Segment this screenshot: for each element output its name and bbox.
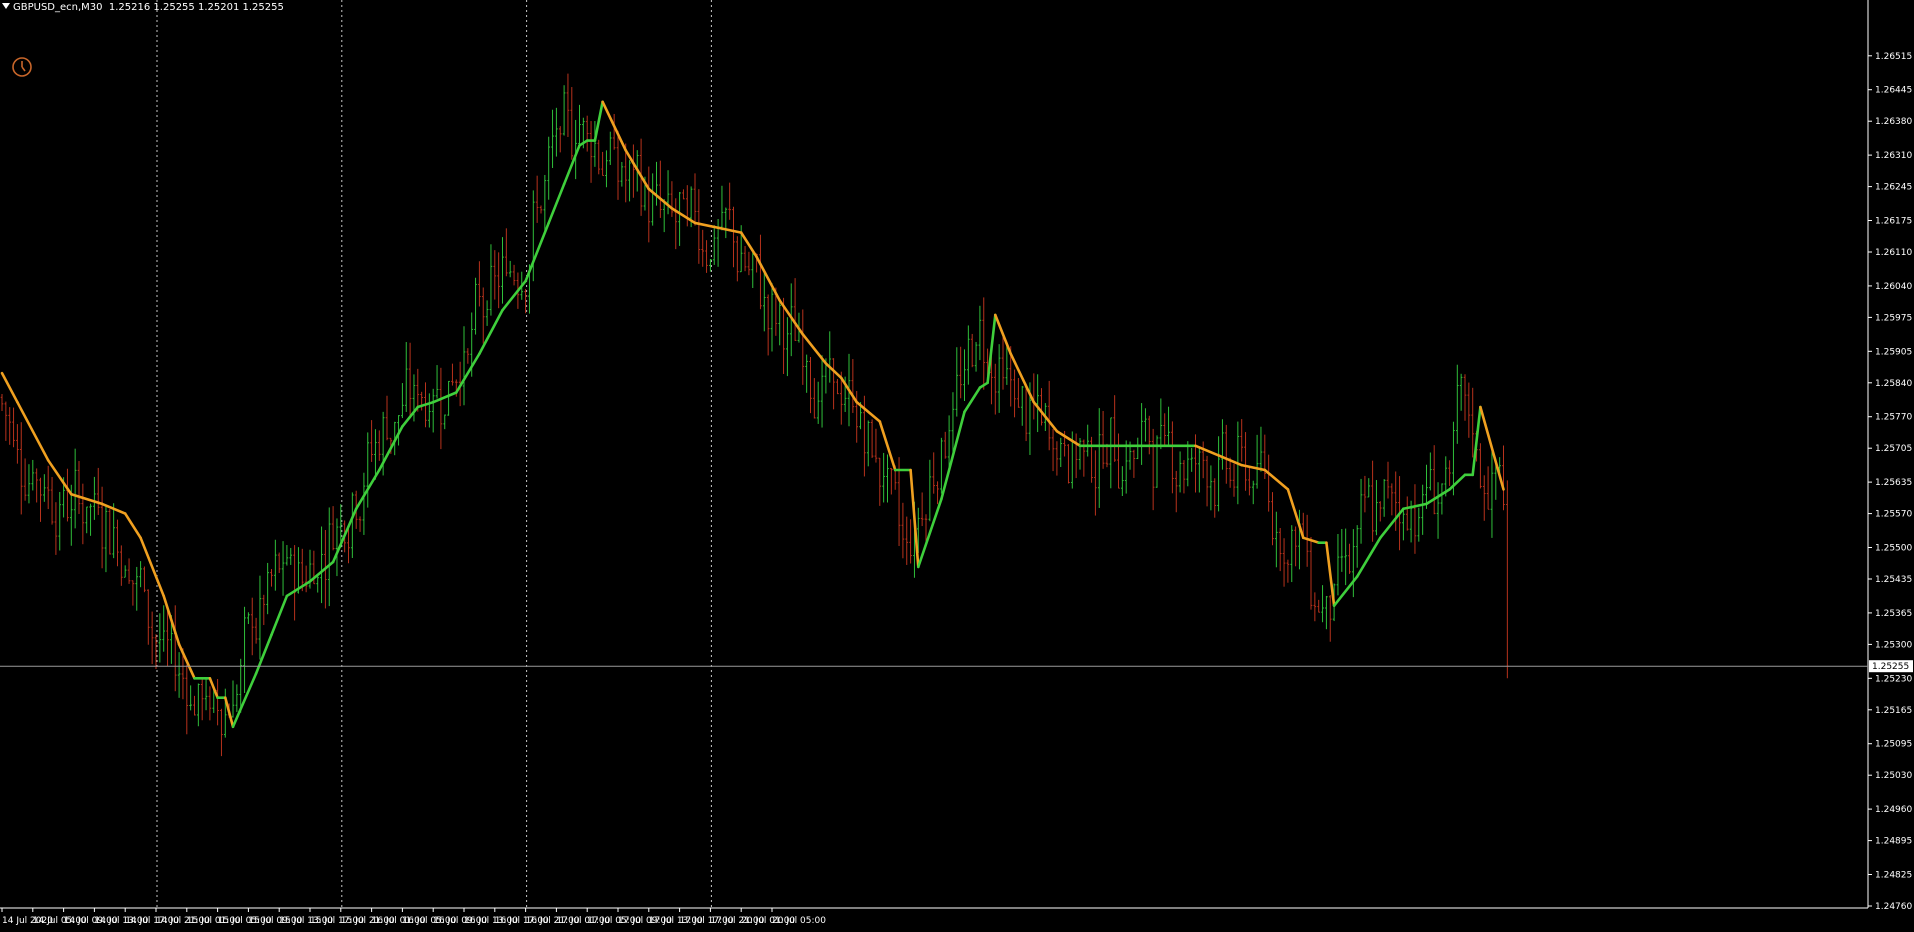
y-tick-label: 1.26245 xyxy=(1875,183,1912,193)
ma-segment xyxy=(547,182,566,225)
y-tick-label: 1.26310 xyxy=(1875,151,1912,161)
ma-segment xyxy=(593,100,604,142)
y-tick-label: 1.24825 xyxy=(1875,871,1912,881)
chart-canvas[interactable]: 1.26515 1.26445 1.26380 1.26310 1.26245 1.261… xyxy=(0,0,1914,932)
y-tick-label: 1.25500 xyxy=(1875,544,1912,554)
symbol-label: GBPUSD_ecn,M30 xyxy=(13,2,103,13)
y-tick-label: 1.25230 xyxy=(1875,674,1912,684)
y-tick-label: 1.26445 xyxy=(1875,86,1912,96)
y-tick-label: 1.25365 xyxy=(1875,609,1912,619)
y-tick-label: 1.25840 xyxy=(1875,379,1912,389)
ma-segment xyxy=(254,633,273,675)
ma-segment xyxy=(123,512,142,540)
y-tick-label: 1.26380 xyxy=(1875,117,1912,127)
y-tick-label: 1.25770 xyxy=(1875,413,1912,423)
x-tick-label: 20 Jul 05:00 xyxy=(772,916,826,926)
ma-segment xyxy=(270,594,289,637)
y-tick-label: 1.26515 xyxy=(1875,52,1912,62)
y-tick-label: 1.25975 xyxy=(1875,313,1912,323)
y-tick-label: 1.26175 xyxy=(1875,217,1912,227)
ma-segment xyxy=(224,696,235,729)
clock-icon[interactable] xyxy=(11,56,33,78)
y-tick-label: 1.25905 xyxy=(1875,347,1912,357)
y-tick-label: 1.25030 xyxy=(1875,771,1912,781)
y-tick-label: 1.26110 xyxy=(1875,248,1912,258)
y-tick-label: 1.25165 xyxy=(1875,706,1912,716)
y-tick-label: 1.25095 xyxy=(1875,740,1912,750)
y-tick-label: 1.25635 xyxy=(1875,478,1912,488)
ma-segment xyxy=(0,371,19,404)
y-tick-label: 1.24895 xyxy=(1875,837,1912,847)
ma-segment xyxy=(70,492,104,506)
ma-segment xyxy=(1471,405,1482,477)
y-tick-label: 1.25705 xyxy=(1875,444,1912,454)
y-tick-label: 1.25300 xyxy=(1875,640,1912,650)
y-tick-label: 1.25435 xyxy=(1875,575,1912,585)
chart-header: GBPUSD_ecn,M30 1.25216 1.25255 1.25201 1… xyxy=(2,2,284,13)
y-tick-label: 1.24960 xyxy=(1875,805,1912,815)
y-tick-label: 1.25570 xyxy=(1875,510,1912,520)
ohlc-quotes: 1.25216 1.25255 1.25201 1.25255 xyxy=(108,2,284,13)
ma-segment xyxy=(1448,473,1467,491)
dropdown-triangle-icon[interactable] xyxy=(2,3,10,9)
ma-segment xyxy=(524,221,551,283)
y-tick-label: 1.26040 xyxy=(1875,282,1912,292)
chart-window: 1.26515 1.26445 1.26380 1.26310 1.26245 1.261… xyxy=(0,0,1914,932)
ma-segment xyxy=(963,386,982,414)
y-tick-label: 1.24760 xyxy=(1875,902,1912,912)
ma-segment xyxy=(16,400,50,462)
current-price-label: 1.25255 xyxy=(1872,662,1909,672)
